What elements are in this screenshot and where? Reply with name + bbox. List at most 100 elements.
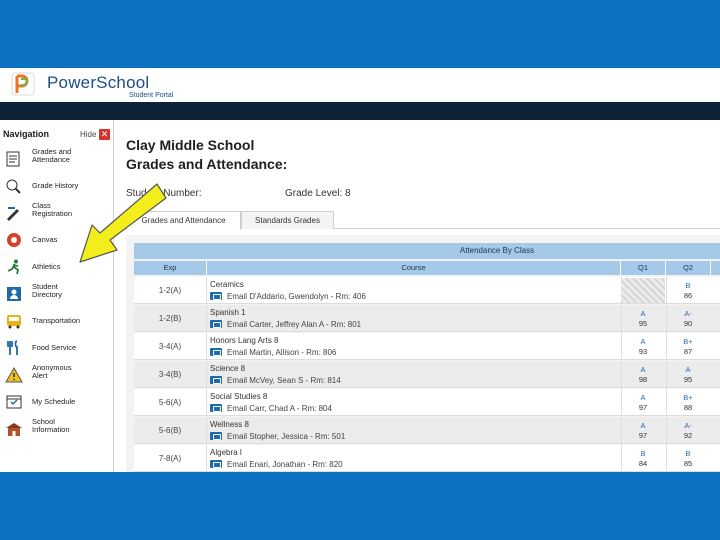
app-subtitle: Student Portal	[129, 92, 174, 99]
teacher-email-link[interactable]: Email Martin, Allison - Rm: 806	[227, 348, 336, 357]
table-row: 3-4(A) Honors Lang Arts 8 Email Martin, …	[134, 333, 720, 360]
email-icon[interactable]	[210, 348, 222, 356]
q1-grade-percent: 97	[638, 403, 648, 412]
q2-grade-letter[interactable]: A-	[668, 421, 708, 430]
table-row: 5-6(B) Wellness 8 Email Stopher, Jessica…	[134, 417, 720, 444]
q2-grade-letter[interactable]: A-	[668, 309, 708, 318]
course-name: Spanish 1	[210, 308, 246, 317]
column-header-q2[interactable]: Q2	[666, 261, 711, 275]
q1-grade-letter[interactable]: B	[623, 449, 663, 458]
q2-grade-letter[interactable]: B	[668, 281, 708, 290]
sidebar-item-label: School Information	[32, 417, 70, 434]
q2-grade-letter[interactable]: B	[668, 449, 708, 458]
close-icon[interactable]: ✕	[99, 129, 110, 140]
course-name: Wellness 8	[210, 420, 249, 429]
table-row: 3-4(B) Science 8 Email McVey, Sean S - R…	[134, 361, 720, 388]
sidebar-item-label: Transportation	[32, 316, 81, 325]
cell-exp: 7-8(A)	[134, 445, 207, 472]
course-name: Social Studies 8	[210, 392, 268, 401]
q1-grade-percent: 98	[638, 375, 648, 384]
email-icon[interactable]	[210, 320, 222, 328]
highlight-arrow	[79, 183, 167, 263]
nav-title: Navigation	[3, 129, 50, 139]
table-title: Attendance By Class	[134, 243, 720, 259]
course-name: Honors Lang Arts 8	[210, 336, 279, 345]
q1-grade-letter[interactable]: A	[623, 309, 663, 318]
sidebar-item-label: Grades and Attendance	[32, 147, 72, 164]
column-header-q1[interactable]: Q1	[621, 261, 666, 275]
cell-exp: 3-4(B)	[134, 361, 207, 388]
teacher-email-link[interactable]: Email D'Addario, Gwendolyn - Rm: 406	[227, 292, 366, 301]
q1-grade-percent: 93	[638, 347, 648, 356]
column-divider	[621, 333, 622, 360]
q2-grade-percent: 92	[683, 431, 693, 440]
sidebar-item-school-information[interactable]: School Information	[0, 416, 114, 442]
q2-grade-percent: 90	[683, 319, 693, 328]
q2-grade-percent: 85	[683, 459, 693, 468]
nav-header: Navigation Hide ✕	[0, 128, 114, 144]
schedule-icon	[6, 395, 22, 409]
column-divider	[666, 305, 667, 332]
q2-grade-letter[interactable]: B+	[668, 337, 708, 346]
canvas-icon	[7, 233, 21, 247]
grade-level-label: Grade Level: 8	[285, 188, 351, 199]
app-header: PowerSchool Student Portal	[0, 68, 720, 102]
q2-grade-percent: 87	[683, 347, 693, 356]
sidebar-item-food-service[interactable]: Food Service	[0, 335, 114, 361]
powerschool-logo-icon	[11, 72, 35, 96]
email-icon[interactable]	[210, 292, 222, 300]
q1-grade-letter[interactable]: A	[623, 421, 663, 430]
q2-grade-letter[interactable]: A	[668, 365, 708, 374]
q1-grade-letter[interactable]: A	[623, 393, 663, 402]
teacher-email-link[interactable]: Email Stopher, Jessica - Rm: 501	[227, 432, 345, 441]
sidebar-item-transportation[interactable]: Transportation	[0, 308, 114, 334]
directory-icon	[7, 287, 21, 301]
tab-standards-grades[interactable]: Standards Grades	[241, 211, 334, 229]
teacher-email-link[interactable]: Email Carr, Chad A - Rm: 804	[227, 404, 332, 413]
pencil-icon	[7, 207, 19, 221]
sidebar-item-my-schedule[interactable]: My Schedule	[0, 389, 114, 415]
column-divider	[666, 417, 667, 444]
table-row: 7-8(A) Algebra I Email Enari, Jonathan -…	[134, 445, 720, 472]
navigation-sidebar: Navigation Hide ✕ Grades and Attendance …	[0, 120, 114, 472]
email-icon[interactable]	[210, 460, 222, 468]
page-title: Grades and Attendance:	[126, 156, 288, 172]
table-row: 1-2(A) Ceramics Email D'Addario, Gwendol…	[134, 277, 720, 304]
teacher-email-link[interactable]: Email Enari, Jonathan - Rm: 820	[227, 460, 343, 469]
email-icon[interactable]	[210, 404, 222, 412]
q2-grade-percent: 86	[683, 291, 693, 300]
sidebar-item-anonymous-alert[interactable]: Anonymous Alert	[0, 362, 114, 388]
tab-bar: Grades and Attendance Standards Grades	[126, 211, 720, 230]
history-icon	[6, 179, 21, 194]
q2-grade-percent: 95	[683, 375, 693, 384]
cell-exp: 5-6(B)	[134, 417, 207, 444]
app-brand: PowerSchool	[47, 73, 150, 92]
sidebar-item-label: Food Service	[32, 343, 77, 352]
cell-exp: 5-6(A)	[134, 389, 207, 416]
table-row: 5-6(A) Social Studies 8 Email Carr, Chad…	[134, 389, 720, 416]
q1-grade-letter[interactable]: A	[623, 337, 663, 346]
column-divider	[621, 361, 622, 388]
course-name: Science 8	[210, 364, 246, 373]
sidebar-item-grades-and-attendance[interactable]: Grades and Attendance	[0, 146, 114, 172]
top-bar	[0, 102, 720, 120]
sidebar-item-label: My Schedule	[32, 397, 76, 406]
screenshot-frame: PowerSchool Student Portal Navigation Hi…	[0, 68, 720, 472]
table-row: 1-2(B) Spanish 1 Email Carter, Jeffrey A…	[134, 305, 720, 332]
sidebar-item-label: Anonymous Alert	[32, 363, 72, 380]
teacher-email-link[interactable]: Email Carter, Jeffrey Alan A - Rm: 801	[227, 320, 361, 329]
q1-grade-percent: 84	[638, 459, 648, 468]
q2-grade-letter[interactable]: B+	[668, 393, 708, 402]
alert-icon	[5, 367, 23, 383]
column-divider	[621, 417, 622, 444]
q1-grade-letter[interactable]: A	[623, 365, 663, 374]
nav-hide-link[interactable]: Hide	[80, 130, 96, 139]
email-icon[interactable]	[210, 376, 222, 384]
column-header-course[interactable]: Course	[207, 261, 621, 275]
teacher-email-link[interactable]: Email McVey, Sean S - Rm: 814	[227, 376, 341, 385]
q1-grade-percent: 97	[638, 431, 648, 440]
runner-icon	[7, 259, 20, 275]
email-icon[interactable]	[210, 432, 222, 440]
utensils-icon	[7, 340, 18, 355]
cell-exp: 3-4(A)	[134, 333, 207, 360]
